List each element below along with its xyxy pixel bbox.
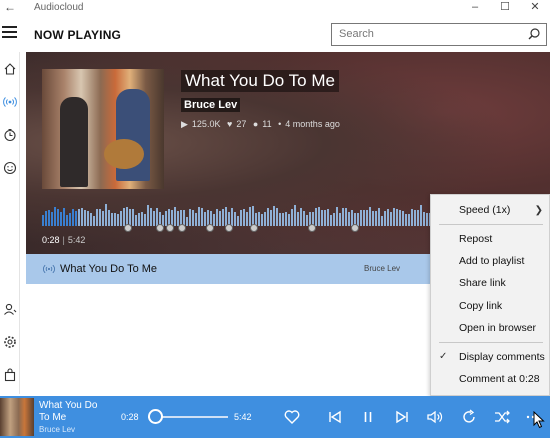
menu-divider — [439, 224, 543, 225]
comment-avatar[interactable] — [124, 224, 132, 232]
comment-avatar[interactable] — [225, 224, 233, 232]
hero-time-readout: 0:28 | 5:42 — [42, 235, 86, 245]
menu-item-repost[interactable]: Repost — [459, 233, 492, 245]
like-count: 27 — [236, 119, 247, 129]
history-clock-icon[interactable] — [3, 128, 17, 142]
player-elapsed-time: 0:28 — [121, 412, 139, 422]
waveform-bar — [294, 205, 296, 226]
comment-avatar[interactable] — [178, 224, 186, 232]
next-track-icon[interactable] — [393, 408, 411, 426]
menu-item-speed[interactable]: Speed (1x) — [459, 204, 510, 216]
comment-avatar[interactable] — [166, 224, 174, 232]
mouse-cursor-icon — [533, 411, 545, 429]
volume-icon[interactable] — [426, 408, 444, 426]
comment-avatars — [42, 224, 446, 234]
waveform-bar — [105, 204, 107, 226]
upload-age: 4 months ago — [285, 119, 340, 129]
home-icon[interactable] — [3, 62, 17, 76]
likes-heart-icon: ♥ — [226, 119, 233, 129]
player-duration: 5:42 — [234, 412, 252, 422]
comment-avatar[interactable] — [156, 224, 164, 232]
playlist-row-artist: Bruce Lev — [364, 264, 401, 273]
more-options-menu: Speed (1x) ❯ Repost Add to playlist Shar… — [430, 194, 550, 396]
settings-gear-icon[interactable] — [3, 335, 17, 349]
playlist-row-title: What You Do To Me — [60, 263, 158, 275]
user-profile-icon[interactable] — [3, 302, 17, 316]
hero-elapsed-time: 0:28 — [42, 235, 60, 245]
page-title: NOW PLAYING — [34, 28, 122, 42]
menu-item-comment-at[interactable]: Comment at 0:28 — [459, 373, 540, 385]
menu-divider — [439, 342, 543, 343]
search-input[interactable]: Search — [331, 23, 547, 46]
now-playing-radio-icon — [43, 264, 55, 274]
waveform-bar — [252, 206, 254, 226]
shuffle-icon[interactable] — [493, 408, 511, 426]
search-placeholder: Search — [339, 28, 374, 40]
comment-count: 11 — [262, 119, 272, 129]
chevron-right-icon: ❯ — [534, 205, 543, 216]
player-track-artist[interactable]: Bruce Lev — [39, 425, 75, 434]
track-artist[interactable]: Bruce Lev — [181, 98, 241, 112]
previous-track-icon[interactable] — [326, 408, 344, 426]
mini-album-artwork[interactable] — [0, 398, 34, 436]
track-stats: ▶ 125.0K ♥ 27 ● 11 • 4 months ago — [181, 119, 340, 129]
checkmark-icon: ✓ — [439, 351, 448, 362]
menu-item-open-in-browser[interactable]: Open in browser — [459, 322, 536, 334]
repeat-icon[interactable] — [460, 408, 478, 426]
comments-bubble-icon: ● — [252, 119, 259, 129]
track-title: What You Do To Me — [181, 70, 339, 92]
back-arrow-icon[interactable]: ← — [4, 0, 16, 14]
play-count-icon: ▶ — [181, 119, 188, 129]
menu-item-share-link[interactable]: Share link — [459, 277, 506, 289]
minimize-icon[interactable]: – — [460, 0, 490, 16]
comment-avatar[interactable] — [206, 224, 214, 232]
menu-item-display-comments[interactable]: Display comments — [459, 351, 545, 363]
radio-stream-icon[interactable] — [3, 95, 17, 109]
left-nav-rail — [0, 52, 20, 394]
like-heart-icon[interactable] — [283, 408, 301, 426]
waveform-bar — [273, 206, 275, 226]
app-title: Audiocloud — [34, 2, 84, 13]
waveform-bar — [420, 205, 422, 226]
maximize-icon[interactable]: ☐ — [490, 0, 520, 16]
seek-slider-thumb[interactable] — [147, 409, 163, 424]
pause-icon[interactable] — [359, 408, 377, 426]
smiley-icon[interactable] — [3, 161, 17, 175]
waveform-bar — [147, 205, 149, 226]
play-count: 125.0K — [191, 119, 221, 129]
hamburger-menu-icon[interactable] — [2, 26, 17, 40]
player-bar: What You Do To Me Bruce Lev 0:28 5:42 — [0, 396, 550, 438]
comment-avatar[interactable] — [250, 224, 258, 232]
title-bar: ← Audiocloud – ☐ ✕ — [0, 0, 550, 16]
album-artwork — [42, 69, 164, 189]
player-track-title[interactable]: What You Do To Me — [39, 400, 109, 424]
shopping-bag-icon[interactable] — [3, 368, 17, 382]
hero-duration: 5:42 — [67, 235, 86, 245]
waveform-seekbar[interactable] — [42, 202, 446, 226]
comment-avatar[interactable] — [308, 224, 316, 232]
search-icon[interactable] — [527, 27, 541, 41]
menu-item-add-to-playlist[interactable]: Add to playlist — [459, 255, 524, 267]
menu-item-copy-link[interactable]: Copy link — [459, 300, 502, 312]
close-icon[interactable]: ✕ — [520, 0, 550, 16]
comment-avatar[interactable] — [351, 224, 359, 232]
